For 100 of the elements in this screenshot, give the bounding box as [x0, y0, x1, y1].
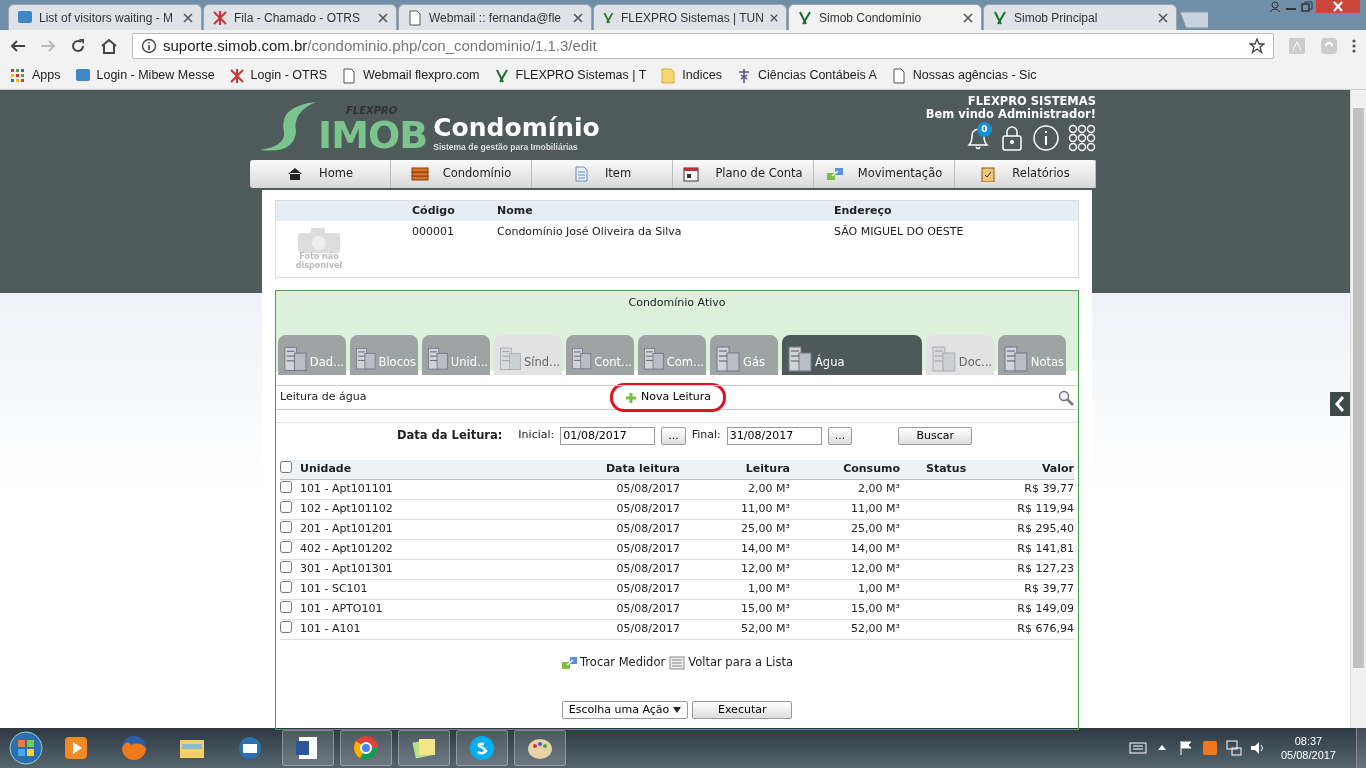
action-link[interactable]: Voltar para a Lista	[669, 654, 793, 672]
row-checkbox[interactable]	[280, 621, 292, 634]
restore-icon[interactable]	[1300, 0, 1314, 13]
tagline: Sistema de gestão para Imobiliárias	[433, 141, 579, 154]
network-icon[interactable]	[1224, 739, 1243, 757]
list-icon	[669, 654, 686, 671]
select-all-checkbox[interactable]	[280, 461, 292, 474]
action-select[interactable]: Escolha uma Ação	[561, 701, 689, 720]
reload-icon[interactable]	[70, 38, 86, 54]
section-tab[interactable]: Água	[782, 335, 922, 375]
scrollbar[interactable]	[1350, 90, 1366, 728]
row-checkbox[interactable]	[280, 561, 292, 574]
asterisk-icon	[228, 67, 245, 84]
close-icon[interactable]	[1316, 0, 1360, 13]
browser-tab[interactable]: Simob Principal	[983, 4, 1177, 30]
info-icon[interactable]	[1032, 124, 1060, 153]
bookmark[interactable]: Ciências Contábeis A	[735, 66, 877, 85]
table-cell: 1,00 M³	[748, 581, 790, 598]
table-cell: 05/08/2017	[616, 561, 680, 578]
table-cell: 11,00 M³	[851, 501, 900, 518]
browser-tab[interactable]: Fila - Chamado - OTRS	[203, 4, 397, 30]
bookmark[interactable]: Webmail flexpro.com	[341, 66, 480, 85]
table-cell: 101 - APTO101	[300, 601, 383, 618]
info-cell-text: Condomínio José Oliveira da Silva	[497, 224, 683, 240]
table-cell: 05/08/2017	[616, 481, 680, 498]
bookmark[interactable]: Apps	[10, 66, 61, 85]
product-title: Condomínio	[433, 113, 600, 142]
close-icon[interactable]	[963, 12, 973, 23]
table-cell: R$ 141,81	[1017, 541, 1074, 558]
bookmark[interactable]: Indices	[660, 66, 722, 85]
star-icon[interactable]	[1249, 38, 1265, 54]
new-reading-button[interactable]: Nova Leitura	[621, 389, 715, 406]
execute-button[interactable]: Executar	[692, 701, 793, 720]
close-icon[interactable]	[183, 12, 193, 23]
table-cell: 2,00 M³	[748, 481, 790, 498]
row-checkbox[interactable]	[280, 501, 292, 514]
chat-icon[interactable]	[467, 733, 497, 763]
bookmark[interactable]: Login - Mibew Messe	[74, 66, 215, 85]
menu-item[interactable]: Condomínio	[391, 160, 532, 188]
clock-date: 05/08/2017	[1280, 748, 1336, 763]
menu-item[interactable]: Movimentação	[814, 160, 955, 188]
browser-tab[interactable]: Webmail :: fernanda@fle	[398, 4, 592, 30]
date-field[interactable]: 31/08/2017	[726, 426, 822, 445]
page-icon	[890, 67, 907, 84]
column-header: Nome	[497, 202, 534, 219]
show-desktop-button[interactable]	[1356, 728, 1366, 768]
search-button[interactable]: Buscar	[898, 426, 973, 445]
home-icon[interactable]	[100, 38, 118, 54]
column-header: Valor	[1041, 461, 1074, 478]
date-picker-button[interactable]: ...	[661, 426, 686, 445]
keyboard-icon[interactable]	[1128, 739, 1147, 757]
search-icon[interactable]	[1058, 389, 1074, 406]
table-cell: 101 - A101	[300, 621, 361, 638]
user-icon[interactable]	[1268, 0, 1282, 13]
bookmark[interactable]: Nossas agências - Sic	[890, 66, 1037, 85]
date-field[interactable]: 01/08/2017	[560, 426, 656, 445]
row-checkbox[interactable]	[280, 601, 292, 614]
row-checkbox[interactable]	[280, 481, 292, 494]
bookmark[interactable]: FLEXPRO Sistemas | T	[493, 66, 647, 85]
plus-icon	[625, 391, 637, 404]
browser-tab[interactable]: List of visitors waiting - M	[8, 4, 202, 30]
welcome-text: Bem vindo Administrador!	[925, 108, 1096, 122]
start-orb-icon[interactable]	[8, 730, 44, 766]
info-icon	[141, 38, 157, 54]
menu-item[interactable]: Plano de Conta	[673, 160, 814, 188]
table-cell: 12,00 M³	[741, 561, 790, 578]
close-icon[interactable]	[573, 12, 583, 23]
column-header: Status	[926, 461, 967, 478]
address-field[interactable]: suporte.simob.com.br/condominio.php/con_condominio/1.1.3/edit	[132, 33, 1274, 59]
table-cell: R$ 39,77	[1024, 481, 1074, 498]
url-text: suporte.simob.com.br/condominio.php/con_condominio/1.1.3/edit	[163, 35, 597, 56]
bookmark[interactable]: Login - OTRS	[228, 66, 328, 85]
table-cell: R$ 127,23	[1017, 561, 1074, 578]
table-cell: 101 - Apt101101	[300, 481, 393, 498]
column-header: Código	[412, 202, 456, 219]
close-icon[interactable]	[1158, 12, 1168, 23]
back-icon[interactable]	[10, 38, 26, 54]
chat-icon	[74, 67, 91, 84]
alert-icon[interactable]	[1200, 739, 1219, 757]
menu-item[interactable]: Relatórios	[955, 160, 1096, 188]
lock-icon[interactable]	[1000, 124, 1024, 153]
action-link[interactable]: Trocar Medidor	[561, 654, 666, 672]
close-icon[interactable]	[378, 12, 388, 23]
grid-icon[interactable]	[1068, 124, 1096, 153]
browser-tab[interactable]: Simob Condomínio	[788, 4, 982, 30]
menu-item[interactable]: Home	[250, 160, 391, 188]
row-checkbox[interactable]	[280, 581, 292, 594]
field-label: Final:	[691, 427, 721, 444]
chat-icon	[17, 9, 33, 26]
row-checkbox[interactable]	[280, 541, 292, 554]
menu-icon[interactable]	[1352, 38, 1356, 54]
menu-item[interactable]: Item	[532, 160, 673, 188]
row-checkbox[interactable]	[280, 521, 292, 534]
column-header: Unidade	[300, 461, 352, 478]
browser-tab[interactable]: FLEXPRO Sistemas | TUN	[593, 4, 787, 30]
close-icon[interactable]	[769, 12, 778, 23]
table-cell: R$ 676,94	[1017, 621, 1074, 638]
browser-icon[interactable]	[351, 733, 381, 763]
table-cell: 05/08/2017	[616, 621, 680, 638]
date-picker-button[interactable]: ...	[827, 426, 853, 445]
